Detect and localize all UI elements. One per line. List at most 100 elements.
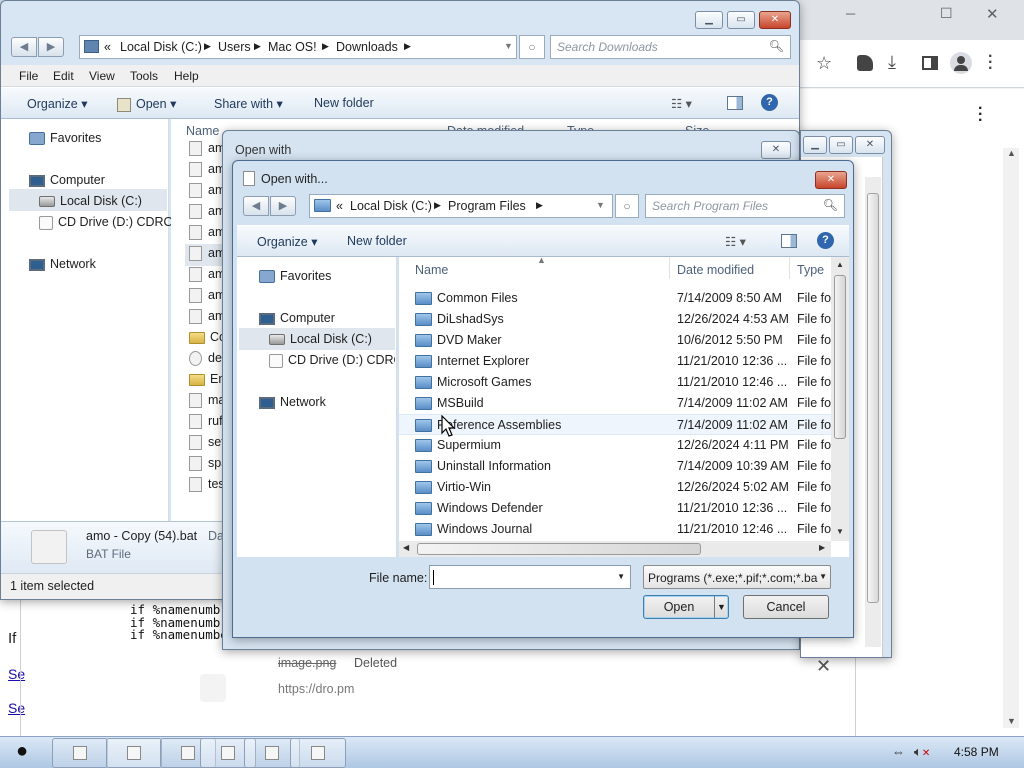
minimize-button[interactable]: ▁ <box>695 11 723 29</box>
breadcrumb-program-files[interactable]: Program Files <box>448 199 526 213</box>
chevron-down-icon[interactable]: ▼ <box>617 572 625 581</box>
nav-cd-drive[interactable]: CD Drive (D:) CDROM <box>269 353 395 368</box>
browser-scrollbar[interactable]: ▲ ▼ <box>1003 148 1019 728</box>
list-item[interactable]: ruf <box>189 414 223 430</box>
nav-local-disk-label[interactable]: Local Disk (C:) <box>269 332 372 346</box>
list-item[interactable]: am <box>189 162 225 178</box>
breadcrumb-downloads[interactable]: Downloads <box>336 40 398 54</box>
chevron-right-icon[interactable]: ▶ <box>536 200 543 211</box>
close-button[interactable]: ✕ <box>815 171 847 189</box>
scroll-thumb[interactable] <box>834 275 846 439</box>
table-row[interactable]: DiLshadSys 12/26/2024 4:53 AM File fol <box>399 309 831 330</box>
network-tray-icon[interactable]: ⇔ <box>892 744 905 759</box>
table-row[interactable]: Microsoft Games 11/21/2010 12:46 ... File … <box>399 372 831 393</box>
taskbar-item[interactable] <box>106 738 162 768</box>
search-icon[interactable]: 🔍︎ <box>823 198 838 212</box>
table-row[interactable]: Common Files 7/14/2009 8:50 AM File fol <box>399 288 831 309</box>
nav-computer[interactable]: Computer <box>29 173 105 187</box>
vertical-scrollbar[interactable]: ▲ ▼ <box>831 257 849 541</box>
menu-edit[interactable]: Edit <box>53 69 74 83</box>
nav-favorites[interactable]: Favorites <box>259 269 331 284</box>
horizontal-scrollbar[interactable]: ◀ ▶ <box>399 541 831 557</box>
scroll-thumb[interactable] <box>417 543 701 555</box>
help-icon[interactable]: ? <box>817 232 834 249</box>
scroll-down-icon[interactable]: ▼ <box>836 527 844 536</box>
chevron-down-icon[interactable]: ▼ <box>714 596 728 618</box>
table-row[interactable]: Windows Defender 11/21/2010 12:36 ... File… <box>399 498 831 519</box>
nav-local-disk-label[interactable]: Local Disk (C:) <box>39 194 142 208</box>
back-button[interactable]: ◀ <box>243 196 269 216</box>
breadcrumb-users[interactable]: Users <box>218 40 251 54</box>
address-bar[interactable]: « Local Disk (C:) ▶ Users ▶ Mac OS! ▶ Do… <box>79 35 517 59</box>
chevron-down-icon[interactable]: ▼ <box>504 41 513 51</box>
nav-favorites[interactable]: Favorites <box>29 131 101 146</box>
preview-pane-icon[interactable] <box>727 96 743 110</box>
list-item[interactable]: am <box>189 246 225 262</box>
chevron-right-icon[interactable]: ▶ <box>404 41 411 52</box>
list-item[interactable]: Co <box>189 330 226 344</box>
download-url[interactable]: https://dro.pm <box>278 682 354 696</box>
list-item[interactable]: tes <box>189 477 225 493</box>
browser-maximize-button[interactable]: ☐ <box>940 5 960 25</box>
table-row[interactable]: DVD Maker 10/6/2012 5:50 PM File fol <box>399 330 831 351</box>
column-divider[interactable] <box>789 257 790 279</box>
clock[interactable]: 4:58 PM <box>954 745 999 759</box>
column-header-date[interactable]: Date modified <box>677 263 754 277</box>
chevron-down-icon[interactable]: ▼ <box>596 200 605 210</box>
table-row[interactable]: MSBuild 7/14/2009 11:02 AM File fol <box>399 393 831 414</box>
forward-button[interactable]: ▶ <box>270 196 296 216</box>
column-header-name[interactable]: Name <box>415 263 448 277</box>
table-row[interactable]: Uninstall Information 7/14/2009 10:39 AM F… <box>399 456 831 477</box>
view-options-icon[interactable]: ☷ ▾ <box>725 234 746 249</box>
table-row[interactable]: Internet Explorer 11/21/2010 12:36 ... Fil… <box>399 351 831 372</box>
menu-icon[interactable]: · · · <box>988 49 993 77</box>
chevron-right-icon[interactable]: ▶ <box>204 41 211 52</box>
menu-help[interactable]: Help <box>174 69 199 83</box>
list-item[interactable]: am <box>189 288 225 304</box>
browser-minimize-button[interactable]: ─ <box>846 6 866 26</box>
organize-button[interactable]: Organize ▾ <box>257 234 317 249</box>
share-with-button[interactable]: Share with ▾ <box>214 96 283 111</box>
column-header-name[interactable]: Name <box>186 124 219 138</box>
close-button[interactable]: ✕ <box>761 141 791 159</box>
address-bar[interactable]: « Local Disk (C:) ▶ Program Files ▶ ▼ <box>309 194 613 218</box>
menu-icon[interactable]: · · · <box>978 101 983 129</box>
open-button[interactable]: Open ▾ <box>117 96 176 112</box>
list-item[interactable]: ma <box>189 393 225 409</box>
column-header-type[interactable]: Type <box>797 263 824 277</box>
nav-network[interactable]: Network <box>29 257 96 271</box>
close-icon[interactable]: ✕ <box>816 656 831 677</box>
breadcrumb-local-disk[interactable]: Local Disk (C:) <box>350 199 432 213</box>
menu-view[interactable]: View <box>89 69 115 83</box>
table-row-hover[interactable]: Reference Assemblies 7/14/2009 11:02 AM Fi… <box>399 414 831 435</box>
minimize-button[interactable]: ▁ <box>803 136 827 154</box>
open-button[interactable]: Open ▼ <box>643 595 729 619</box>
browser-close-button[interactable]: ✕ <box>986 5 1006 25</box>
back-button[interactable]: ◀ <box>11 37 37 57</box>
volume-muted-icon[interactable]: 🔈︎✕ <box>914 744 930 760</box>
search-icon[interactable]: 🔍︎ <box>769 39 784 53</box>
new-folder-button[interactable]: New folder <box>347 234 407 248</box>
refresh-button[interactable]: ○ <box>615 194 639 218</box>
breadcrumb-local-disk[interactable]: Local Disk (C:) <box>120 40 202 54</box>
forward-button[interactable]: ▶ <box>38 37 64 57</box>
new-folder-button[interactable]: New folder <box>314 96 374 110</box>
close-button[interactable]: ✕ <box>759 11 791 29</box>
scrollbar[interactable] <box>865 177 881 647</box>
cancel-button[interactable]: Cancel <box>743 595 829 619</box>
list-item[interactable]: am <box>189 204 225 220</box>
file-name-input[interactable]: ▼ <box>429 565 631 589</box>
scroll-right-icon[interactable]: ▶ <box>819 543 825 552</box>
download-icon[interactable]: ⤓ <box>888 52 896 73</box>
taskbar-item[interactable] <box>290 738 346 768</box>
table-row[interactable]: Supermium 12/26/2024 4:11 PM File fol <box>399 435 831 456</box>
chevron-right-icon[interactable]: ▶ <box>322 41 329 52</box>
table-row[interactable]: Windows Journal 11/21/2010 12:46 ... File … <box>399 519 831 540</box>
star-icon[interactable]: ☆ <box>816 53 832 74</box>
organize-button[interactable]: Organize ▾ <box>27 96 87 111</box>
close-button[interactable]: ✕ <box>855 136 885 154</box>
breadcrumb-mac-os[interactable]: Mac OS! <box>268 40 317 54</box>
column-divider[interactable] <box>669 257 670 279</box>
file-type-select[interactable]: Programs (*.exe;*.pif;*.com;*.ba ▼ <box>643 565 831 589</box>
list-item[interactable]: am <box>189 267 225 283</box>
